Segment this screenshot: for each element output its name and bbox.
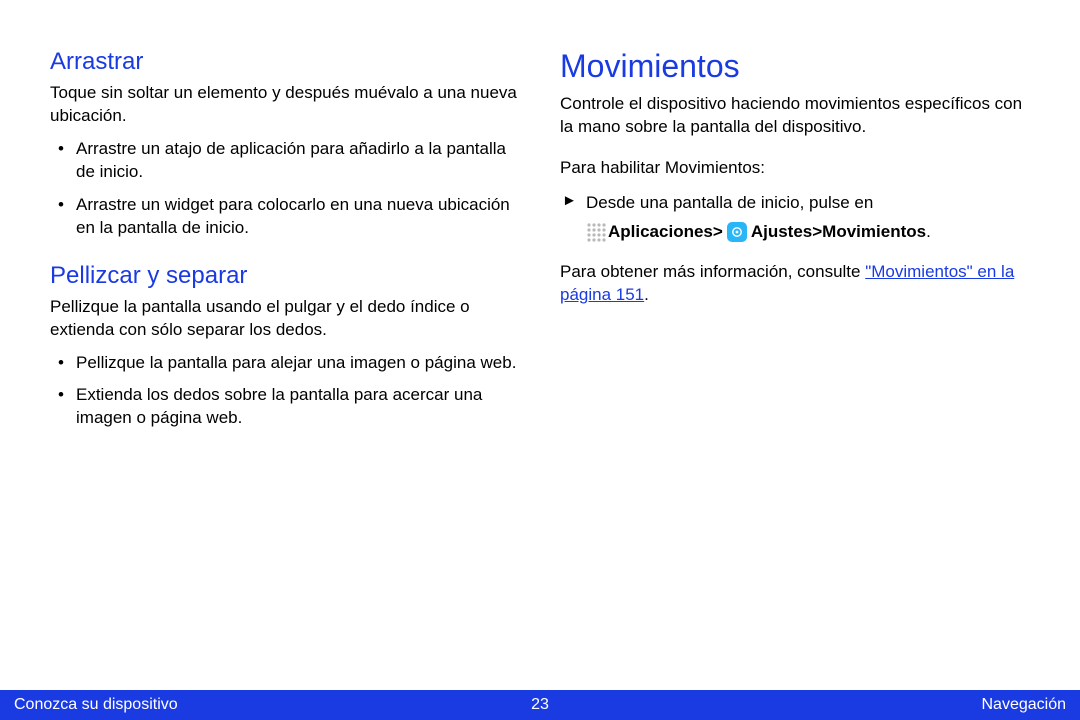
footer-bar: Conozca su dispositivo 23 Navegación: [0, 690, 1080, 720]
motions-intro: Controle el dispositivo haciendo movimie…: [560, 93, 1030, 139]
list-item: Arrastre un atajo de aplicación para aña…: [50, 138, 520, 184]
step-line: ► Desde una pantalla de inicio, pulse en: [560, 190, 1030, 216]
path-apps: Aplicaciones: [608, 219, 713, 245]
heading-pinch: Pellizcar y separar: [50, 262, 520, 290]
pinch-section: Pellizcar y separar Pellizque la pantall…: [50, 262, 520, 431]
drag-list: Arrastre un atajo de aplicación para aña…: [50, 138, 520, 240]
left-column: Arrastrar Toque sin soltar un elemento y…: [50, 48, 520, 680]
list-item: Pellizque la pantalla para alejar una im…: [50, 352, 520, 375]
right-column: Movimientos Controle el dispositivo haci…: [560, 48, 1030, 680]
footer-right: Navegación: [982, 696, 1067, 714]
step-text: Desde una pantalla de inicio, pulse en: [586, 193, 873, 212]
path-sep2: >: [812, 219, 822, 245]
heading-drag: Arrastrar: [50, 48, 520, 76]
path-motions: Movimientos: [822, 219, 926, 245]
pinch-list: Pellizque la pantalla para alejar una im…: [50, 352, 520, 431]
pinch-intro: Pellizque la pantalla usando el pulgar y…: [50, 296, 520, 342]
more-info-period: .: [644, 285, 649, 304]
settings-gear-icon: [727, 222, 747, 242]
heading-motions: Movimientos: [560, 48, 1030, 85]
step-path: Aplicaciones > Ajustes > Movimientos .: [560, 219, 1030, 245]
footer-page-number: 23: [531, 696, 549, 714]
arrow-icon: ►: [562, 190, 577, 213]
list-item: Extienda los dedos sobre la pantalla par…: [50, 384, 520, 430]
step-list: ► Desde una pantalla de inicio, pulse en…: [560, 190, 1030, 245]
list-item: Arrastre un widget para colocarlo en una…: [50, 194, 520, 240]
path-sep1: >: [713, 219, 723, 245]
more-info-text: Para obtener más información, consulte: [560, 262, 865, 281]
drag-intro: Toque sin soltar un elemento y después m…: [50, 82, 520, 128]
page-content: Arrastrar Toque sin soltar un elemento y…: [0, 0, 1080, 680]
more-info: Para obtener más información, consulte "…: [560, 261, 1030, 307]
path-period: .: [926, 219, 931, 245]
footer-left: Conozca su dispositivo: [14, 696, 178, 714]
apps-grid-icon: [586, 222, 606, 242]
enable-intro: Para habilitar Movimientos:: [560, 157, 1030, 180]
path-settings: Ajustes: [751, 219, 812, 245]
